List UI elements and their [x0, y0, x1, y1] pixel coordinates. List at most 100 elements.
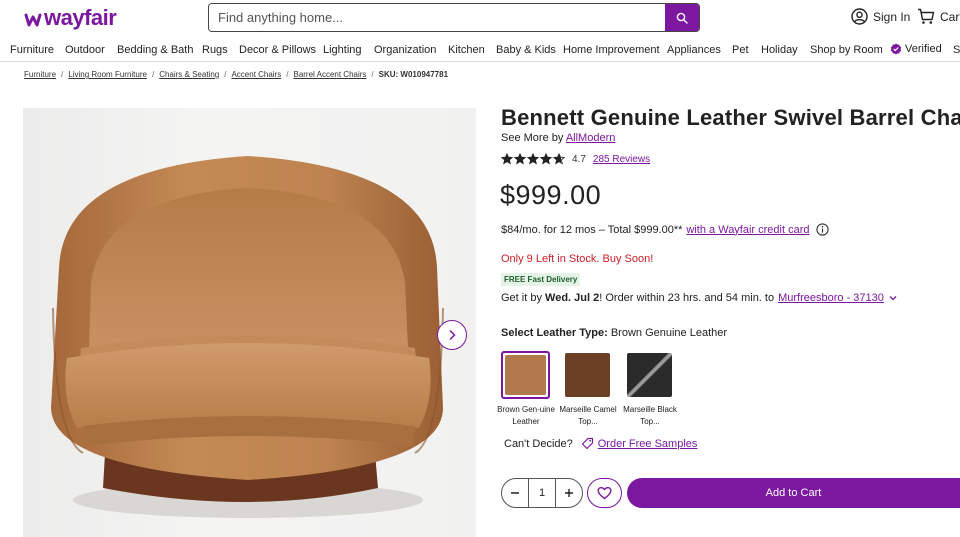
- swatch-label: Marseille Camel Top...: [559, 405, 617, 426]
- nav-organization[interactable]: Organization: [374, 44, 436, 56]
- order-samples-link[interactable]: Order Free Samples: [598, 438, 698, 450]
- cart-button[interactable]: Cart: [917, 8, 960, 25]
- increase-quantity-button[interactable]: [556, 479, 582, 507]
- product-title: Bennett Genuine Leather Swivel Barrel Ch…: [501, 105, 960, 130]
- barrel-chair-illustration: [51, 156, 444, 518]
- tag-icon: [581, 437, 593, 450]
- swatch-color: [627, 353, 672, 397]
- financing-text: $84/mo. for 12 mos – Total $999.00**: [501, 223, 683, 236]
- account-icon: [851, 8, 868, 25]
- swatch-label: Marseille Black Top...: [623, 405, 677, 426]
- quantity-stepper: 1: [501, 478, 583, 508]
- rating-value: 4.7: [572, 153, 586, 165]
- delivery-estimate: Get it by Wed. Jul 2! Order within 23 hr…: [501, 292, 898, 304]
- star-icon: [540, 153, 552, 165]
- swatch-brown-genuine-leather[interactable]: [501, 351, 550, 399]
- cart-icon: [918, 8, 935, 24]
- brand-link[interactable]: AllModern: [566, 132, 616, 144]
- nav-overflow[interactable]: S: [953, 44, 960, 56]
- cant-decide-text: Can't Decide?: [504, 437, 573, 450]
- breadcrumb-separator: /: [224, 70, 227, 79]
- star-icon: [501, 153, 513, 165]
- product-price: $999.00: [500, 180, 602, 210]
- option-selector-label: Select Leather Type: Brown Genuine Leath…: [501, 327, 727, 339]
- credit-card-link[interactable]: with a Wayfair credit card: [686, 224, 809, 236]
- delivery-date: Wed. Jul 2: [545, 292, 600, 304]
- breadcrumb-separator: /: [61, 70, 64, 79]
- swatch-color: [565, 353, 610, 397]
- logo-mark-icon: [24, 13, 42, 26]
- logo-text: wayfair: [44, 5, 117, 30]
- breadcrumb: Furniture / Living Room Furniture / Chairs &…: [24, 70, 448, 79]
- info-icon[interactable]: [815, 223, 829, 236]
- nav-bedding-bath[interactable]: Bedding & Bath: [117, 44, 193, 56]
- product-image[interactable]: [23, 108, 476, 537]
- sku-label: SKU: W010947781: [378, 70, 449, 79]
- swatch-label: Brown Gen-uine Leather: [497, 405, 555, 426]
- nav-home-improvement[interactable]: Home Improvement: [563, 44, 660, 56]
- option-value: Brown Genuine Leather: [610, 327, 728, 339]
- search-icon: [676, 12, 688, 24]
- add-to-cart-button[interactable]: Add to Cart: [627, 478, 960, 508]
- search-bar: [208, 3, 700, 32]
- nav-rugs[interactable]: Rugs: [202, 44, 228, 56]
- stock-warning: Only 9 Left in Stock. Buy Soon!: [501, 253, 654, 265]
- category-nav: Furniture Outdoor Bedding & Bath Rugs De…: [0, 38, 960, 62]
- quantity-value[interactable]: 1: [528, 479, 556, 507]
- breadcrumb-living-room-furniture[interactable]: Living Room Furniture: [68, 70, 147, 79]
- site-header: wayfair Sign In Cart: [0, 0, 960, 38]
- wayfair-logo[interactable]: wayfair: [24, 5, 117, 31]
- breadcrumb-chairs-seating[interactable]: Chairs & Seating: [159, 70, 219, 79]
- delivery-suffix: ! Order within 23 hrs. and 54 min. to: [599, 292, 775, 304]
- decrease-quantity-button[interactable]: [502, 479, 528, 507]
- see-more-prefix: See More by: [501, 132, 564, 144]
- verified-badge-icon: [890, 43, 902, 55]
- chevron-down-icon[interactable]: [888, 294, 898, 302]
- nav-furniture[interactable]: Furniture: [10, 44, 54, 56]
- samples-row: Can't Decide? Order Free Samples: [504, 437, 697, 450]
- next-image-button[interactable]: [437, 320, 467, 350]
- delivery-location-link[interactable]: Murfreesboro - 37130: [778, 292, 884, 304]
- breadcrumb-separator: /: [151, 70, 155, 79]
- star-rating: [501, 153, 566, 165]
- swatch-color: [505, 355, 546, 395]
- see-more-by: See More by AllModern: [501, 132, 615, 144]
- nav-outdoor[interactable]: Outdoor: [65, 44, 105, 56]
- heart-icon: [597, 486, 612, 500]
- nav-pet[interactable]: Pet: [732, 44, 749, 56]
- plus-icon: [564, 489, 573, 497]
- minus-icon: [511, 492, 520, 494]
- breadcrumb-furniture[interactable]: Furniture: [24, 70, 56, 79]
- breadcrumb-barrel-accent-chairs[interactable]: Barrel Accent Chairs: [293, 70, 366, 79]
- verified-label: Verified: [905, 43, 942, 55]
- nav-decor-pillows[interactable]: Decor & Pillows: [239, 44, 316, 56]
- swatch-marseille-black[interactable]: [627, 353, 672, 397]
- chevron-right-icon: [449, 329, 456, 341]
- reviews-link[interactable]: 285 Reviews: [593, 154, 650, 165]
- product-rating: 4.7 285 Reviews: [501, 153, 650, 165]
- nav-lighting[interactable]: Lighting: [323, 44, 362, 56]
- favorite-button[interactable]: [587, 478, 622, 508]
- breadcrumb-separator: /: [371, 70, 374, 79]
- search-button[interactable]: [665, 4, 699, 31]
- nav-kitchen[interactable]: Kitchen: [448, 44, 485, 56]
- sign-in-label: Sign In: [873, 9, 911, 24]
- breadcrumb-separator: /: [286, 70, 289, 79]
- nav-shop-by-room[interactable]: Shop by Room: [810, 44, 883, 56]
- nav-baby-kids[interactable]: Baby & Kids: [496, 44, 556, 56]
- financing-offer: $84/mo. for 12 mos – Total $999.00** wit…: [501, 223, 829, 236]
- nav-verified[interactable]: Verified: [890, 43, 942, 55]
- nav-appliances[interactable]: Appliances: [667, 44, 721, 56]
- delivery-prefix: Get it by: [501, 292, 542, 304]
- nav-holiday[interactable]: Holiday: [761, 44, 798, 56]
- star-icon: [527, 153, 539, 165]
- breadcrumb-accent-chairs[interactable]: Accent Chairs: [231, 70, 281, 79]
- search-input[interactable]: [209, 4, 665, 31]
- sign-in-button[interactable]: Sign In: [851, 8, 910, 25]
- free-delivery-badge: FREE Fast Delivery: [501, 273, 581, 286]
- star-icon: [553, 153, 565, 165]
- swatch-marseille-camel[interactable]: [565, 353, 610, 397]
- star-icon: [514, 153, 526, 165]
- option-label: Select Leather Type:: [501, 327, 608, 339]
- cart-label: Cart: [940, 9, 960, 24]
